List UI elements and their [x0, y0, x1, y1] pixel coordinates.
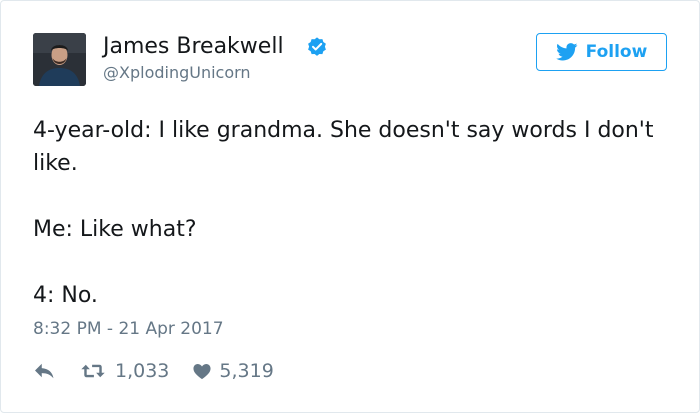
tweet-actions: 1,033 5,319	[33, 356, 274, 386]
avatar[interactable]	[33, 33, 86, 86]
tweet-card: James Breakwell @XplodingUnicorn Follow …	[0, 0, 700, 413]
follow-button[interactable]: Follow	[536, 33, 667, 71]
like-button[interactable]: 5,319	[193, 360, 274, 382]
display-name[interactable]: James Breakwell	[103, 34, 284, 60]
like-count: 5,319	[219, 360, 274, 382]
twitter-bird-icon	[555, 43, 578, 61]
tweet-text: 4-year-old: I like grandma. She doesn't …	[33, 114, 673, 312]
avatar-photo-icon	[33, 33, 86, 86]
retweet-count: 1,033	[115, 360, 170, 382]
timestamp[interactable]: 8:32 PM - 21 Apr 2017	[33, 317, 224, 341]
follow-button-label: Follow	[585, 42, 648, 62]
reply-icon	[35, 363, 54, 379]
heart-icon	[193, 363, 211, 379]
retweet-icon	[81, 364, 105, 378]
verified-badge-icon	[308, 37, 326, 56]
tweet-paragraph: 4: No.	[33, 283, 98, 308]
tweet-paragraph: Me: Like what?	[33, 217, 197, 242]
screen-name[interactable]: @XplodingUnicorn	[103, 63, 251, 83]
retweet-button[interactable]: 1,033	[79, 360, 169, 382]
tweet-paragraph: 4-year-old: I like grandma. She doesn't …	[33, 118, 654, 176]
reply-button[interactable]	[33, 362, 55, 380]
